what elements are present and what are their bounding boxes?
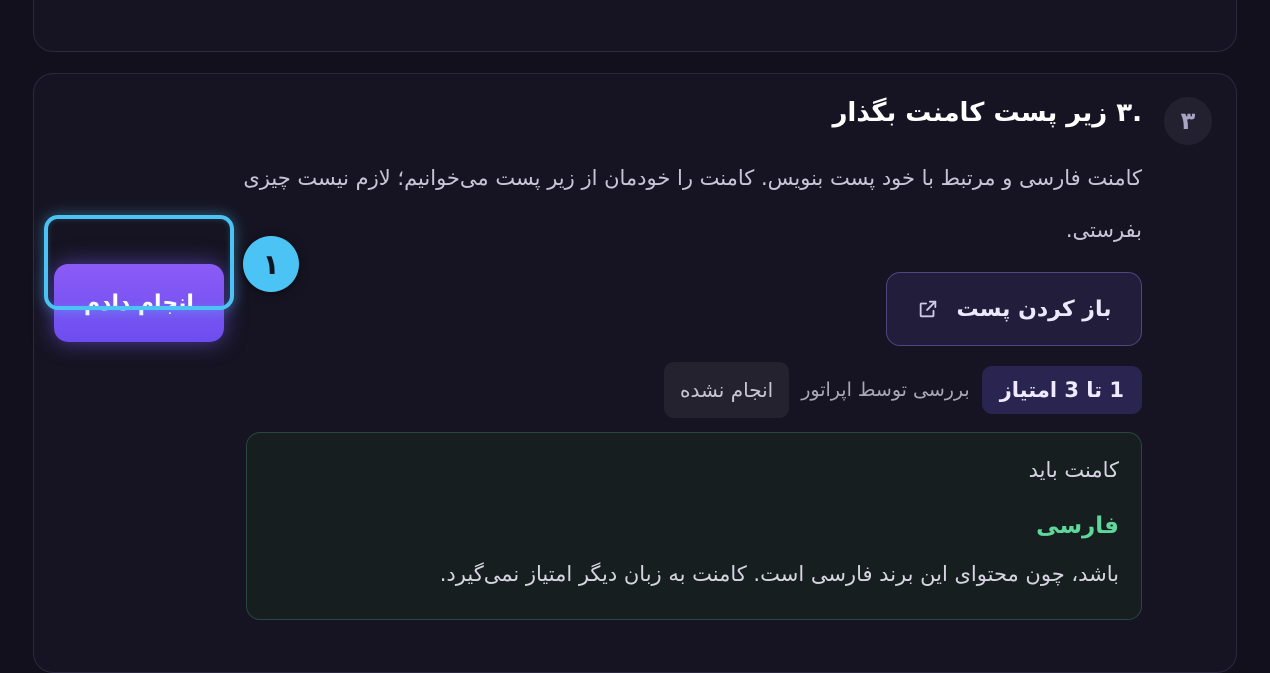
previous-task-card <box>33 0 1237 52</box>
task-title: .۳ زیر پست کامنت بگذار <box>832 98 1142 128</box>
external-link-icon <box>919 300 936 318</box>
done-button[interactable]: انجام دادم <box>54 264 224 342</box>
note-line-3: باشد، چون محتوای این برند فارسی است. کام… <box>439 562 1119 586</box>
status-badge: انجام نشده <box>663 362 790 418</box>
language-note-box: کامنت باید فارسی باشد، چون محتوای این بر… <box>246 432 1142 620</box>
task-description: کامنت فارسی و مرتبط با خود پست بنویس. کا… <box>243 166 1142 242</box>
annotation-marker: ۱ <box>243 236 299 292</box>
points-badge: 1 تا 3 امتیاز <box>981 366 1142 414</box>
note-language-highlight: فارسی <box>1036 513 1119 539</box>
open-post-button[interactable]: باز کردن پست <box>886 272 1142 346</box>
step-number-badge: ۳ <box>1164 97 1212 145</box>
note-line-1: کامنت باید <box>1028 458 1119 482</box>
task-meta-row: 1 تا 3 امتیاز بررسی توسط اپراتور انجام ن… <box>663 362 1142 418</box>
review-method-text: بررسی توسط اپراتور <box>801 379 970 401</box>
open-post-label: باز کردن پست <box>956 296 1112 322</box>
